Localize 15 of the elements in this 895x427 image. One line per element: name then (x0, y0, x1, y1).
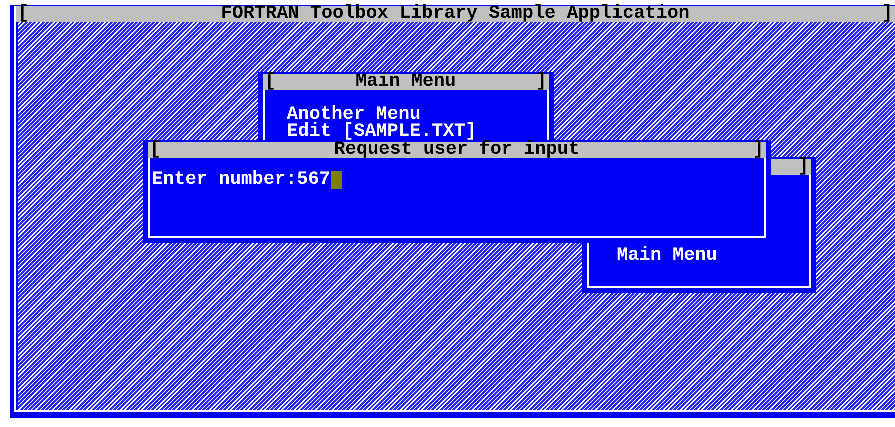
title-bracket: [ (265, 74, 276, 90)
title-bracket: ] (798, 159, 809, 175)
menu-item[interactable]: Edit [SAMPLE.TXT] (287, 123, 547, 140)
title-bracket: [ (150, 142, 162, 158)
menu-item[interactable]: Main Menu (617, 247, 809, 264)
title-bracket: ] (536, 74, 547, 90)
title-bracket: ] (752, 142, 764, 158)
input-field[interactable]: 567 (297, 170, 342, 190)
title-bracket: ] (882, 6, 893, 22)
window-title: Request user for input (333, 142, 581, 158)
title-bracket: [ (18, 6, 30, 22)
window-title: FORTRAN Toolbox Library Sample Application (220, 6, 691, 22)
prompt-label: Enter number: (152, 170, 298, 190)
menu-item[interactable]: Another Menu (287, 106, 547, 123)
window-title: Main Menu (354, 74, 458, 90)
